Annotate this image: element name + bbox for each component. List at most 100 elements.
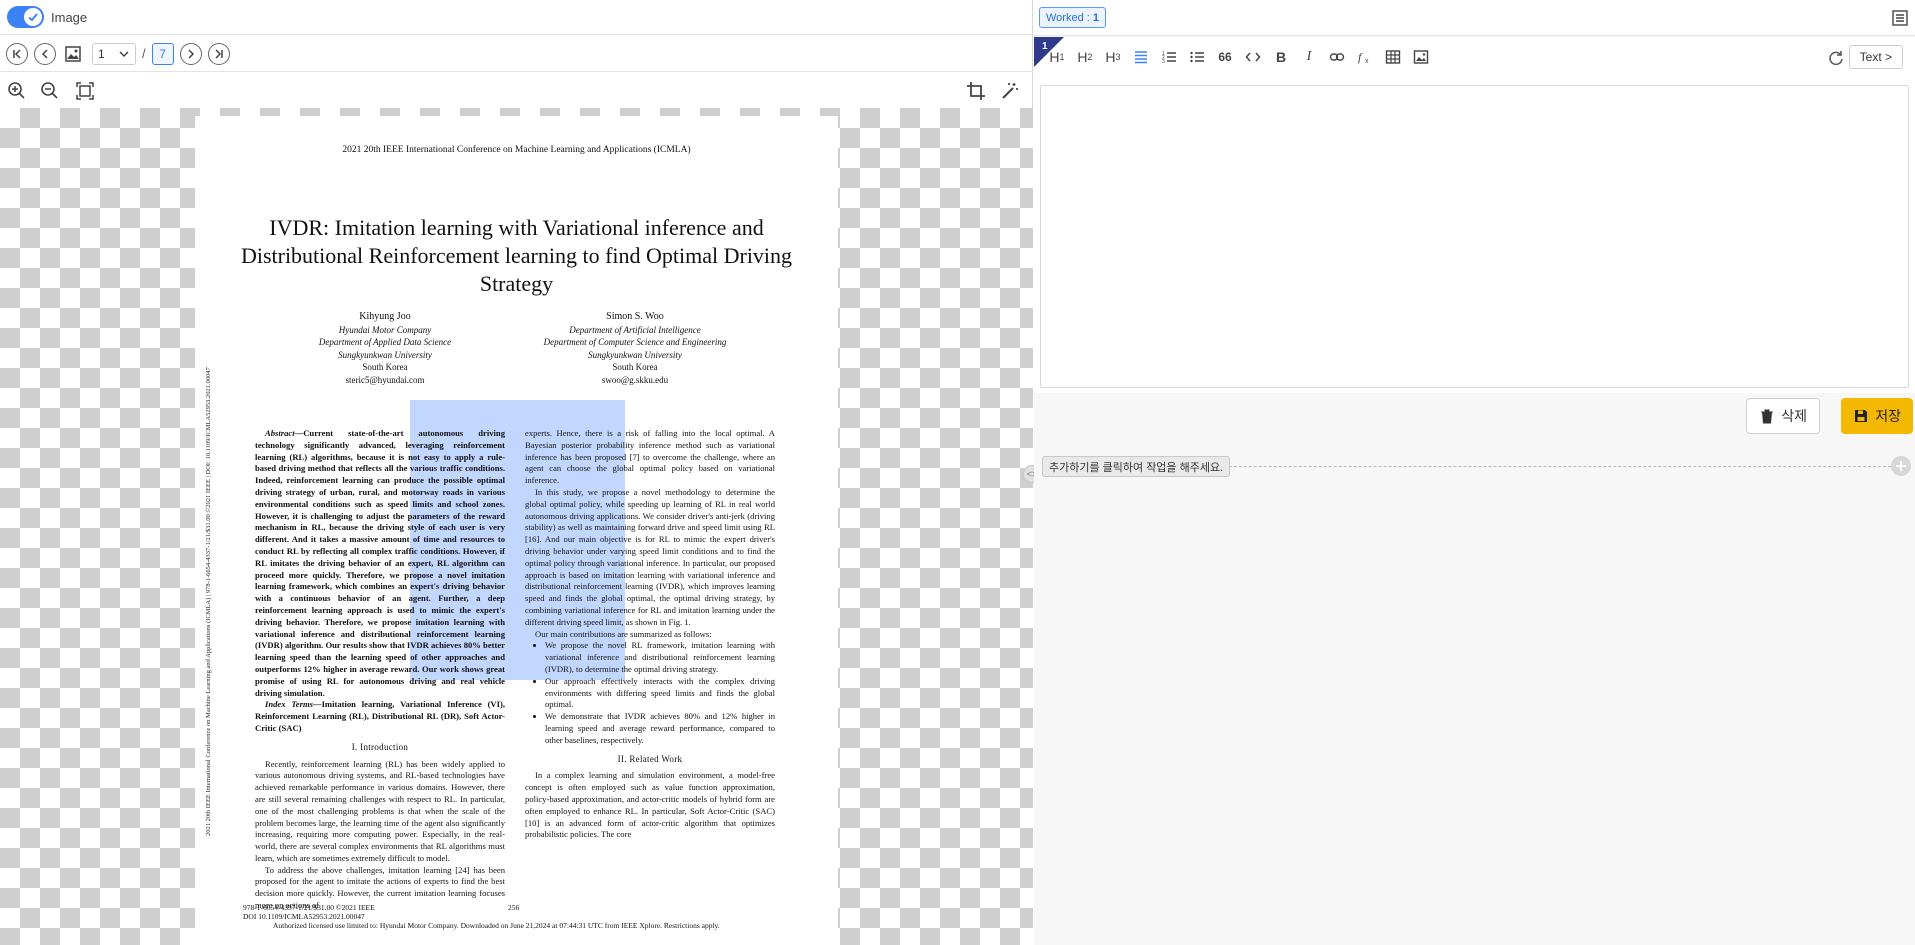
list-item: We propose the novel RL framework, imita… [545, 640, 775, 675]
annotation-header: Worked : 1 [1034, 0, 1915, 36]
plus-icon[interactable] [1891, 456, 1911, 476]
delete-button[interactable]: 삭제 [1746, 398, 1820, 434]
heading3-button[interactable]: H3 [1100, 45, 1126, 69]
paragraph: Recently, reinforcement learning (RL) ha… [255, 758, 505, 863]
paper-footer: 978-1-6654-4337-1/21/$31.00 ©2021 IEEE D… [243, 903, 803, 930]
magic-wand-icon[interactable] [998, 79, 1022, 103]
zoom-in-icon[interactable] [5, 79, 29, 103]
list-icon[interactable] [1891, 9, 1909, 27]
formula-icon[interactable]: fx [1352, 45, 1378, 69]
code-icon[interactable] [1240, 45, 1266, 69]
last-page-icon[interactable] [207, 42, 230, 65]
page-separator: / [142, 46, 146, 61]
author-affiliation: Sungkyunkwan University [588, 349, 682, 360]
annotation-pane: Worked : 1 1 H1 H2 H3 123 66 B I fx Text… [1034, 0, 1915, 945]
paper-title: IVDR: Imitation learning with Variationa… [240, 215, 793, 296]
section-heading: II. Related Work [617, 753, 683, 764]
save-icon [1855, 410, 1868, 422]
align-icon[interactable] [1128, 45, 1154, 69]
paragraph: experts. Hence, there is a risk of falli… [525, 428, 775, 486]
image-viewer-pane: Image 1 / 7 2021 20th IEEE International… [0, 0, 1033, 945]
crop-icon[interactable] [964, 79, 988, 103]
page-navigation: 1 / 7 [0, 36, 1033, 72]
quote-button[interactable]: 66 [1212, 45, 1238, 69]
text-mode-button[interactable]: Text > [1848, 45, 1903, 69]
check-icon [24, 8, 42, 26]
page-number: 256 [508, 903, 520, 912]
author-email: steric5@hyundai.com [345, 374, 425, 385]
page-total: 7 [151, 42, 174, 65]
index-terms-label: Index Terms— [265, 699, 322, 710]
abstract-text: Current state-of-the-art autonomous driv… [255, 428, 505, 698]
paragraph: Our main contributions are summarized as… [535, 628, 712, 639]
ordered-list-icon[interactable]: 123 [1156, 45, 1182, 69]
author-affiliation: Sungkyunkwan University [338, 349, 432, 360]
paragraph: In this study, we propose a novel method… [525, 486, 775, 627]
paper-page: 2021 20th IEEE International Conference … [195, 116, 838, 945]
trash-icon [1761, 409, 1774, 424]
footer-doi: DOI 10.1109/ICMLA52953.2021.00047 [243, 912, 365, 921]
page-select-value: 1 [98, 46, 105, 61]
fit-screen-icon[interactable] [73, 79, 97, 103]
next-page-icon[interactable] [179, 42, 202, 65]
image-toggle-label: Image [51, 9, 88, 25]
worked-badge: Worked : 1 [1039, 7, 1106, 28]
add-hint: 추가하기를 클릭하여 작업을 해주세요. [1042, 456, 1231, 477]
author-affiliation: Department of Computer Science and Engin… [543, 337, 727, 347]
paragraph: In a complex learning and simulation env… [525, 770, 775, 840]
table-icon[interactable] [1380, 45, 1406, 69]
list-item: We demonstrate that IVDR achieves 80% an… [545, 711, 775, 746]
svg-text:f: f [1358, 50, 1363, 64]
abstract-label: Abstract— [265, 428, 304, 438]
insert-image-icon[interactable] [1408, 45, 1434, 69]
editor-card: 1 H1 H2 H3 123 66 B I fx Text > [1034, 37, 1915, 393]
paper-side-doi: 2021 20th IEEE International Conference … [205, 367, 212, 836]
author-block-1: Kihyung Joo Hyundai Motor Company Depart… [265, 311, 505, 386]
heading1-button[interactable]: H1 [1044, 45, 1070, 69]
editor-toolbar: H1 H2 H3 123 66 B I fx [1044, 45, 1434, 69]
delete-label: 삭제 [1781, 408, 1807, 424]
author-affiliation: Department of Artificial Intelligence [569, 324, 701, 335]
chevron-down-icon [119, 50, 129, 57]
svg-text:3: 3 [1162, 59, 1165, 65]
view-toolbar [0, 73, 1033, 108]
first-page-icon[interactable] [6, 42, 28, 65]
prev-page-icon[interactable] [34, 42, 56, 65]
author-country: South Korea [612, 362, 658, 372]
contributions-list: We propose the novel RL framework, imita… [525, 640, 775, 746]
author-country: South Korea [362, 362, 408, 372]
bold-button[interactable]: B [1268, 45, 1294, 69]
save-label: 저장 [1875, 408, 1901, 424]
link-icon[interactable] [1324, 45, 1350, 69]
heading2-label: H [1077, 49, 1088, 65]
refresh-icon[interactable] [1827, 49, 1845, 67]
list-item: Our approach effectively interacts with … [545, 676, 775, 711]
heading1-label: H [1049, 49, 1060, 65]
author-name: Simon S. Woo [606, 311, 664, 322]
worked-count: 1 [1092, 11, 1099, 24]
paper-conference: 2021 20th IEEE International Conference … [342, 145, 691, 155]
author-email: swoo@g.skku.edu [601, 374, 669, 385]
paper-left-column: Abstract—Current state-of-the-art autono… [255, 428, 505, 912]
document-canvas[interactable]: 2021 20th IEEE International Conference … [0, 108, 1033, 945]
author-block-2: Simon S. Woo Department of Artificial In… [500, 311, 770, 386]
paper-right-column: experts. Hence, there is a risk of falli… [525, 428, 775, 841]
bullet-list-icon[interactable] [1184, 45, 1210, 69]
italic-button[interactable]: I [1296, 45, 1322, 69]
image-icon[interactable] [62, 43, 84, 65]
footer-isbn: 978-1-6654-4337-1/21/$31.00 ©2021 IEEE [243, 903, 375, 912]
footer-license: Authorized licensed use limited to: Hyun… [273, 921, 720, 930]
editor-textarea[interactable] [1040, 85, 1909, 388]
viewer-header: Image [0, 0, 1033, 35]
zoom-out-icon[interactable] [38, 79, 62, 103]
heading2-button[interactable]: H2 [1072, 45, 1098, 69]
author-affiliation: Department of Applied Data Science [318, 337, 452, 347]
save-button[interactable]: 저장 [1841, 398, 1913, 434]
image-toggle[interactable] [7, 6, 44, 28]
author-affiliation: Hyundai Motor Company [338, 324, 432, 335]
page-select[interactable]: 1 [92, 42, 136, 65]
editor-actions: 삭제 저장 [1034, 394, 1915, 438]
worked-label: Worked : [1046, 11, 1090, 24]
svg-text:x: x [1365, 58, 1369, 65]
author-name: Kihyung Joo [359, 311, 411, 322]
